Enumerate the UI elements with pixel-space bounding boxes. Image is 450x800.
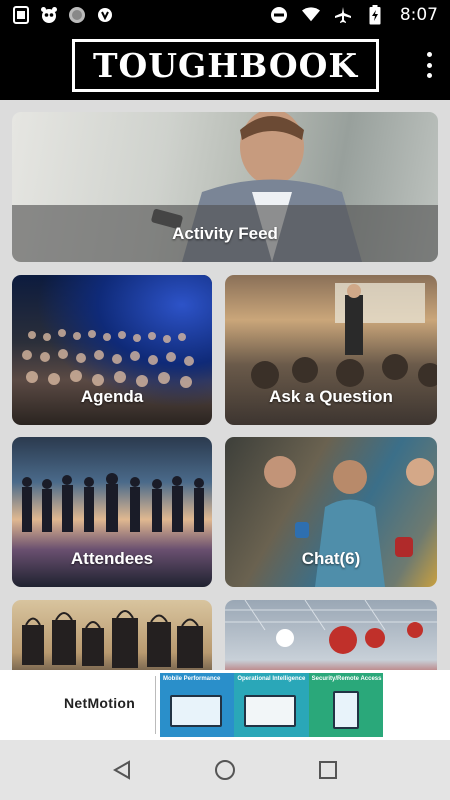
activity-feed-label-bar: Activity Feed — [12, 205, 438, 262]
phone-icon — [332, 691, 359, 729]
ad-divider — [155, 676, 156, 734]
system-nav-bar — [0, 740, 450, 800]
home-icon[interactable] — [205, 750, 245, 790]
tile-agenda[interactable]: Agenda — [12, 275, 212, 425]
battery-charging-icon — [366, 5, 384, 25]
feature-grid: Activity Feed Agenda Ask a Question Atte… — [0, 100, 450, 670]
logo-frame: TOUGHBOOK — [75, 42, 376, 89]
laptop-icon — [170, 695, 222, 727]
agenda-label-bar: Agenda — [12, 368, 212, 425]
ad-panel-mobile-performance: Mobile Performance — [160, 673, 235, 737]
logo-text: TOUGHBOOK — [92, 46, 359, 85]
status-left-icons — [12, 6, 114, 24]
tile-label: Ask a Question — [269, 386, 393, 406]
tile-expo[interactable] — [225, 600, 437, 670]
overflow-menu-icon[interactable] — [424, 52, 434, 78]
wifi-icon — [301, 6, 320, 24]
tile-ask-a-question[interactable]: Ask a Question — [225, 275, 437, 425]
tile-label: Activity Feed — [172, 223, 278, 243]
tile-bags[interactable] — [12, 600, 212, 670]
ad-panel-operational-intelligence: Operational Intelligence — [234, 673, 309, 737]
ad-panels: Mobile Performance Operational Intellige… — [160, 673, 383, 737]
tile-label: Chat(6) — [301, 548, 361, 568]
ad-banner[interactable]: NetMotion Mobile Performance Operational… — [0, 670, 450, 740]
airplane-icon — [334, 6, 352, 24]
tile-chat[interactable]: Chat(6) — [225, 437, 437, 587]
tablet-icon — [244, 695, 297, 727]
do-not-disturb-icon — [270, 6, 288, 24]
screenshot-icon — [12, 6, 30, 24]
recents-icon[interactable] — [308, 750, 348, 790]
ask-a-question-label-bar: Ask a Question — [225, 368, 437, 425]
expo-image — [225, 600, 437, 670]
tile-label: Attendees — [70, 548, 154, 568]
status-right-icons: 8:07 — [270, 5, 438, 25]
app-bar: TOUGHBOOK — [0, 30, 450, 100]
circle-icon — [68, 6, 86, 24]
toughbook-logo: TOUGHBOOK — [72, 39, 379, 92]
panda-icon — [40, 6, 58, 24]
tile-attendees[interactable]: Attendees — [12, 437, 212, 587]
netmotion-logo: NetMotion — [64, 695, 136, 711]
chat-label-bar: Chat(6) — [225, 530, 437, 587]
ad-panel-title: Security/Remote Access — [311, 676, 382, 682]
bags-image — [12, 600, 212, 670]
ad-panel-title: Operational Intelligence — [237, 676, 306, 682]
tile-label: Agenda — [80, 386, 144, 406]
status-bar: 8:07 — [0, 0, 450, 30]
ad-panel-title: Mobile Performance — [163, 676, 221, 682]
shield-v-icon — [96, 6, 114, 24]
back-icon[interactable] — [102, 750, 142, 790]
attendees-label-bar: Attendees — [12, 530, 212, 587]
status-time: 8:07 — [399, 5, 438, 25]
tile-activity-feed[interactable]: Activity Feed — [12, 112, 438, 262]
ad-panel-security-remote-access: Security/Remote Access — [308, 673, 383, 737]
